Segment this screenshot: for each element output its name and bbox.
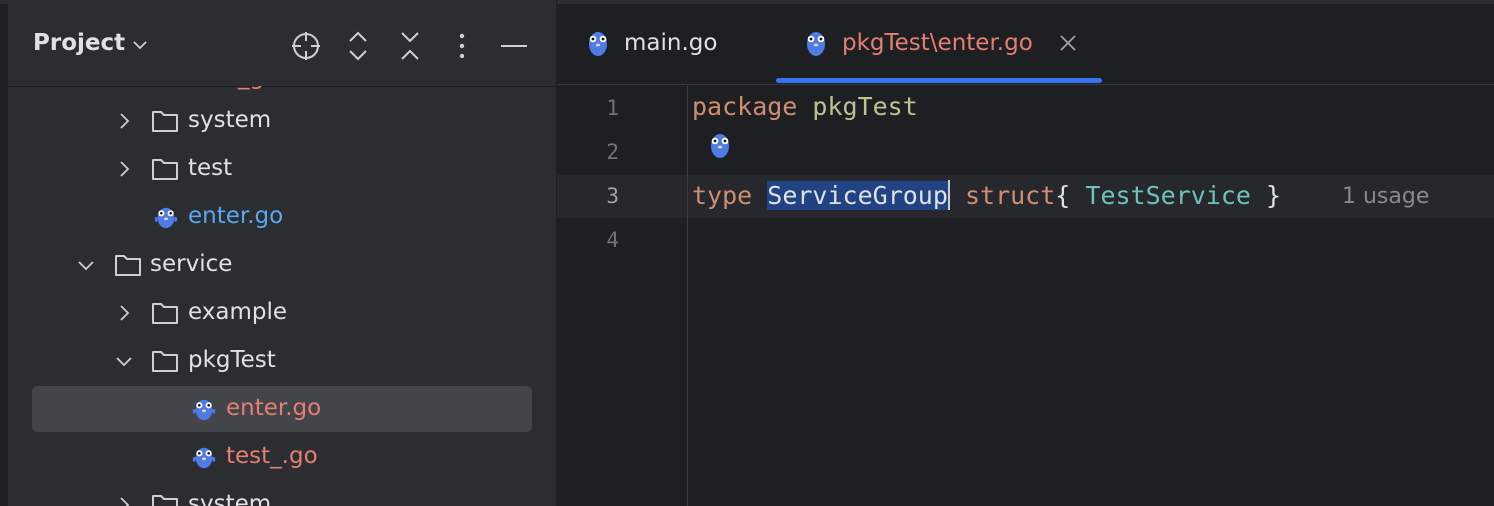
tree-item-label: _go bbox=[238, 86, 278, 90]
folder-icon bbox=[152, 351, 178, 372]
code-brace: } bbox=[1266, 181, 1282, 210]
editor-gutter: 1 2 3 4 bbox=[557, 86, 687, 506]
tree-row-example[interactable]: example bbox=[8, 290, 556, 336]
tree-row-pkgtest-enter-go[interactable]: enter.go bbox=[32, 386, 532, 432]
hide-panel-icon[interactable] bbox=[498, 30, 530, 62]
tree-row-partial: _go bbox=[8, 86, 556, 92]
tree-row-service[interactable]: service bbox=[8, 242, 556, 288]
folder-icon bbox=[152, 111, 178, 132]
expand-all-icon[interactable] bbox=[342, 30, 374, 62]
go-gopher-icon bbox=[192, 399, 216, 421]
code-package-name: pkgTest bbox=[812, 92, 918, 121]
gutter-separator bbox=[687, 86, 688, 506]
code-keyword: type bbox=[692, 181, 753, 210]
usage-inlay-hint[interactable]: 1 usage bbox=[1342, 184, 1429, 209]
folder-icon bbox=[152, 303, 178, 324]
tab-label: main.go bbox=[624, 30, 718, 56]
chevron-down-icon[interactable] bbox=[76, 255, 96, 275]
tree-row-pkgtest[interactable]: pkgTest bbox=[8, 338, 556, 384]
chevron-right-icon[interactable] bbox=[114, 495, 134, 506]
tab-pkgtest-enter-go[interactable]: pkgTest\enter.go bbox=[776, 4, 1102, 84]
line-number: 4 bbox=[606, 228, 619, 252]
tab-main-go[interactable]: main.go bbox=[557, 4, 767, 84]
chevron-right-icon[interactable] bbox=[114, 111, 134, 131]
go-gopher-icon bbox=[589, 32, 607, 56]
chevron-down-icon[interactable] bbox=[114, 351, 134, 371]
tab-label: pkgTest\enter.go bbox=[842, 30, 1033, 56]
line-number: 1 bbox=[606, 96, 619, 120]
go-gopher-icon bbox=[192, 447, 216, 469]
tree-item-label: test_.go bbox=[226, 443, 318, 469]
code-line-3[interactable]: type ServiceGroup struct{ TestService } bbox=[692, 180, 1281, 210]
tree-row-system-2[interactable]: system bbox=[8, 482, 556, 506]
project-panel: Project system test enter.go service exa… bbox=[8, 4, 556, 506]
code-line-1[interactable]: package pkgTest bbox=[692, 92, 918, 121]
go-gopher-icon[interactable] bbox=[706, 130, 734, 160]
tree-item-label: enter.go bbox=[226, 395, 322, 421]
chevron-down-icon[interactable] bbox=[132, 37, 148, 53]
folder-icon bbox=[152, 495, 178, 506]
tree-item-label: pkgTest bbox=[188, 347, 276, 373]
line-number: 3 bbox=[606, 184, 619, 208]
chevron-right-icon[interactable] bbox=[114, 303, 134, 323]
text-caret bbox=[947, 180, 950, 210]
code-embedded-field: TestService bbox=[1085, 181, 1251, 210]
active-tab-indicator bbox=[776, 78, 1102, 83]
close-tab-icon[interactable] bbox=[1057, 32, 1079, 54]
collapse-all-icon[interactable] bbox=[394, 30, 426, 62]
tree-item-label: example bbox=[188, 299, 287, 325]
folder-icon bbox=[152, 159, 178, 180]
tree-item-label: service bbox=[150, 251, 233, 277]
chevron-right-icon[interactable] bbox=[114, 159, 134, 179]
project-panel-header: Project bbox=[8, 4, 556, 87]
code-brace: { bbox=[1055, 181, 1071, 210]
more-vertical-icon[interactable] bbox=[446, 30, 478, 62]
tree-row-test[interactable]: test bbox=[8, 146, 556, 192]
project-panel-title[interactable]: Project bbox=[33, 30, 125, 56]
tree-item-label: enter.go bbox=[188, 203, 284, 229]
folder-icon bbox=[115, 255, 141, 276]
tree-row-test-go[interactable]: test_.go bbox=[8, 434, 556, 480]
editor-tab-bar: main.go pkgTest\enter.go bbox=[557, 4, 1494, 85]
go-gopher-icon bbox=[154, 207, 178, 229]
locate-icon[interactable] bbox=[290, 30, 322, 62]
tree-row-system[interactable]: system bbox=[8, 98, 556, 144]
tree-item-label: test bbox=[188, 155, 233, 181]
code-keyword: package bbox=[692, 92, 798, 121]
go-gopher-icon bbox=[807, 32, 825, 56]
project-tree: _go system test enter.go bbox=[8, 86, 556, 506]
tree-item-label: system bbox=[188, 107, 272, 133]
tree-row-enter-go[interactable]: enter.go bbox=[8, 194, 556, 240]
code-selected-type-name[interactable]: ServiceGroup bbox=[767, 181, 948, 210]
code-keyword: struct bbox=[964, 181, 1056, 210]
line-number: 2 bbox=[606, 140, 619, 164]
tree-item-label: system bbox=[188, 491, 272, 506]
